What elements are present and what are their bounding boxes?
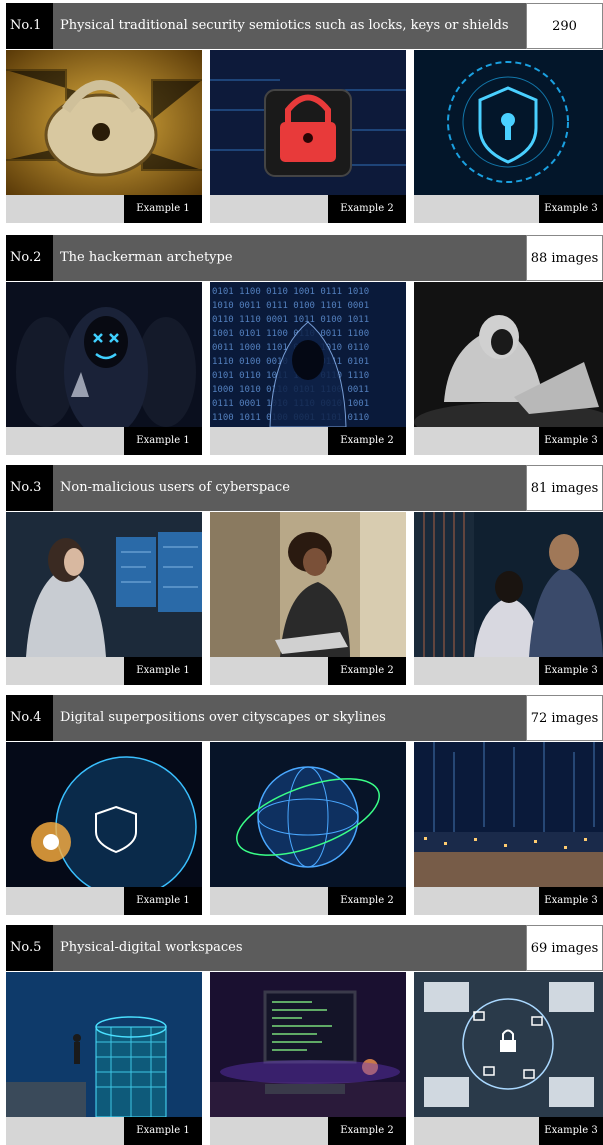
- caption-bar: Example 1: [6, 427, 202, 455]
- example-image-wireframe-globe[interactable]: [210, 742, 406, 887]
- category-section-3: No.3 Non-malicious users of cyberspace 8…: [6, 465, 603, 685]
- caption-bar: Example 3: [414, 657, 603, 685]
- example-image-person-laptop-outdoors[interactable]: [210, 512, 406, 657]
- caption-bar: Example 3: [414, 195, 603, 223]
- category-title: Non-malicious users of cyberspace: [53, 465, 526, 511]
- category-header: No.5 Physical-digital workspaces 69 imag…: [6, 925, 603, 971]
- caption-bar: Example 2: [210, 887, 406, 915]
- category-title: Physical-digital workspaces: [53, 925, 526, 971]
- category-header: No.1 Physical traditional security semio…: [6, 3, 603, 80]
- category-number: No.3: [6, 465, 53, 511]
- svg-text:0110 1110 0001 1011 0100 1011: 0110 1110 0001 1011 0100 1011: [212, 315, 369, 325]
- caption-bar: Example 2: [210, 1117, 406, 1145]
- example-image-ornate-padlock[interactable]: [6, 50, 202, 195]
- example-caption: Example 1: [124, 195, 202, 223]
- caption-bar: Example 1: [6, 657, 202, 685]
- caption-bar: Example 1: [6, 195, 202, 223]
- example-image-hooded-at-laptop[interactable]: [414, 282, 603, 427]
- example-caption: Example 3: [539, 195, 603, 223]
- image-count: 290 images: [526, 3, 603, 80]
- svg-text:0101 1100 0110 1001 0111 1010: 0101 1100 0110 1001 0111 1010: [212, 287, 369, 297]
- example-caption: Example 2: [328, 1117, 406, 1145]
- caption-bar: Example 3: [414, 887, 603, 915]
- example-caption: Example 2: [328, 657, 406, 685]
- category-title: Physical traditional security semiotics …: [53, 3, 526, 49]
- svg-text:1010 0011 0111 0100 1101 0001: 1010 0011 0111 0100 1101 0001: [212, 301, 369, 311]
- example-image-woman-at-monitors[interactable]: [6, 512, 202, 657]
- example-image-desk-code-monitor[interactable]: [210, 972, 406, 1117]
- example-image-man-on-tower[interactable]: [6, 972, 202, 1117]
- caption-bar: Example 2: [210, 657, 406, 685]
- example-caption: Example 3: [539, 657, 603, 685]
- example-caption: Example 3: [539, 887, 603, 915]
- category-section-2: No.2 The hackerman archetype 88 images 0…: [6, 235, 603, 455]
- example-caption: Example 2: [328, 195, 406, 223]
- image-count: 69 images: [526, 925, 603, 971]
- category-section-1: No.1 Physical traditional security semio…: [6, 3, 603, 223]
- caption-bar: Example 2: [210, 427, 406, 455]
- caption-bar: Example 3: [414, 427, 603, 455]
- example-caption: Example 1: [124, 657, 202, 685]
- caption-bar: Example 1: [6, 1117, 202, 1145]
- category-header: No.4 Digital superpositions over citysca…: [6, 695, 603, 741]
- category-number: No.2: [6, 235, 53, 281]
- example-image-hooded-figures-mask[interactable]: [6, 282, 202, 427]
- category-number: No.5: [6, 925, 53, 971]
- example-caption: Example 1: [124, 887, 202, 915]
- example-image-red-padlock[interactable]: [210, 50, 406, 195]
- example-caption: Example 1: [124, 427, 202, 455]
- category-header: No.3 Non-malicious users of cyberspace 8…: [6, 465, 603, 511]
- category-number: No.4: [6, 695, 53, 741]
- example-caption: Example 1: [124, 1117, 202, 1145]
- category-section-4: No.4 Digital superpositions over citysca…: [6, 695, 603, 915]
- caption-bar: Example 1: [6, 887, 202, 915]
- example-image-people-at-server-rack[interactable]: [414, 512, 603, 657]
- image-count: 81 images: [526, 465, 603, 511]
- example-image-hooded-binary[interactable]: 0101 1100 0110 1001 0111 1010 1010 0011 0…: [210, 282, 406, 427]
- category-title: The hackerman archetype: [53, 235, 526, 281]
- image-count: 72 images: [526, 695, 603, 741]
- category-title: Digital superpositions over cityscapes o…: [53, 695, 526, 741]
- example-image-glowing-shield[interactable]: [414, 50, 603, 195]
- category-number: No.1: [6, 3, 53, 49]
- caption-bar: Example 3: [414, 1117, 603, 1145]
- example-caption: Example 3: [539, 1117, 603, 1145]
- svg-text:1001 0101 1100 0110 0011 1100: 1001 0101 1100 0110 0011 1100: [212, 329, 369, 339]
- example-caption: Example 2: [328, 887, 406, 915]
- caption-bar: Example 2: [210, 195, 406, 223]
- example-image-globe-shield[interactable]: [6, 742, 202, 887]
- category-section-5: No.5 Physical-digital workspaces 69 imag…: [6, 925, 603, 1145]
- example-image-city-skyline[interactable]: [414, 742, 603, 887]
- category-header: No.2 The hackerman archetype 88 images: [6, 235, 603, 281]
- example-caption: Example 3: [539, 427, 603, 455]
- example-caption: Example 2: [328, 427, 406, 455]
- example-image-hands-laptops-locks[interactable]: [414, 972, 603, 1117]
- image-count: 88 images: [526, 235, 603, 281]
